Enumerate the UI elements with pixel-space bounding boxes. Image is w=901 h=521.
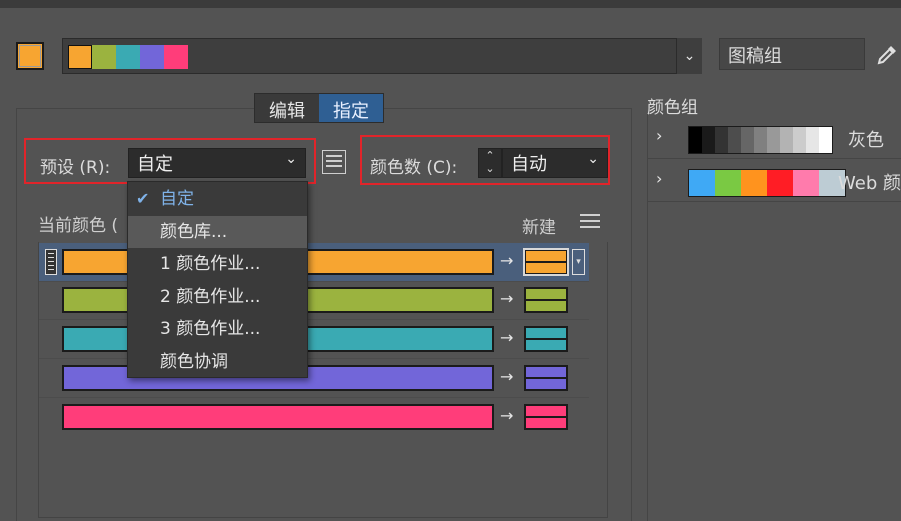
strip-swatch[interactable] [116, 45, 140, 69]
row-divider [39, 358, 589, 359]
preset-menu-item[interactable]: 2 颜色作业... [128, 281, 307, 313]
group-swatch[interactable] [715, 127, 728, 153]
group-swatch[interactable] [728, 127, 741, 153]
group-swatch[interactable] [715, 170, 728, 196]
preset-menu-item-label: 3 颜色作业... [160, 319, 261, 339]
swatch-divider [526, 261, 566, 263]
tab-bar: 编辑 指定 [254, 93, 384, 123]
preset-menu-item-label: 自定 [160, 189, 194, 209]
new-color-dropdown[interactable]: ▾ [572, 249, 585, 275]
row-divider [39, 319, 589, 320]
color-group-row[interactable]: › 灰色 [648, 120, 901, 159]
strip-swatch[interactable] [164, 45, 188, 69]
group-swatch[interactable] [819, 127, 832, 153]
chevron-right-icon[interactable]: › [656, 169, 662, 188]
group-swatch[interactable] [689, 127, 702, 153]
preset-menu-item[interactable]: 颜色协调 [128, 346, 307, 378]
color-count-dropdown[interactable]: 自动 ⌄ [502, 148, 608, 178]
new-color-swatch[interactable] [523, 248, 569, 276]
tab-edit[interactable]: 编辑 [255, 94, 319, 122]
group-swatch[interactable] [806, 170, 819, 196]
group-swatch[interactable] [689, 170, 702, 196]
color-strip-dropdown-button[interactable]: ⌄ [676, 38, 702, 74]
chevron-right-icon[interactable]: › [656, 126, 662, 145]
preset-menu-item-label: 颜色协调 [160, 351, 228, 372]
top-bar [0, 0, 901, 8]
swatch-divider [526, 299, 566, 301]
strip-swatch[interactable] [140, 45, 164, 69]
preset-menu: ✔ 自定颜色库... 1 颜色作业... 2 颜色作业... 3 颜色作业... 颜色协调 [127, 181, 308, 378]
preset-menu-item[interactable]: 颜色库... [128, 215, 307, 248]
color-group-swatches [688, 126, 833, 154]
preset-menu-item-label: 1 颜色作业... [160, 254, 261, 274]
group-swatch[interactable] [702, 170, 715, 196]
swatch-divider [526, 377, 566, 379]
new-color-swatch[interactable] [524, 326, 568, 352]
group-swatch[interactable] [819, 170, 832, 196]
group-name-field[interactable]: 图稿组 [719, 38, 865, 70]
arrow-right-icon[interactable]: → [500, 251, 513, 270]
row-divider [39, 281, 589, 282]
arrow-right-icon[interactable]: → [500, 328, 513, 347]
arrow-right-icon[interactable]: → [500, 289, 513, 308]
color-count-value: 自动 [511, 154, 547, 175]
group-swatch[interactable] [806, 127, 819, 153]
new-colors-header: 新建 [522, 218, 556, 238]
preset-menu-item[interactable]: 1 颜色作业... [128, 248, 307, 280]
tab-assign[interactable]: 指定 [319, 94, 383, 122]
preset-menu-item[interactable]: ✔ 自定 [128, 183, 307, 215]
chevron-down-icon: ⌄ [683, 48, 696, 64]
group-swatch[interactable] [702, 127, 715, 153]
swatch-divider [526, 338, 566, 340]
arrow-right-icon[interactable]: → [500, 367, 513, 386]
row-divider [39, 397, 589, 398]
group-swatch[interactable] [780, 127, 793, 153]
group-swatch[interactable] [741, 170, 754, 196]
group-swatch[interactable] [793, 170, 806, 196]
color-count-stepper[interactable]: ⌃ ⌄ [478, 148, 502, 178]
group-swatch[interactable] [728, 170, 741, 196]
arrow-right-icon[interactable]: → [500, 406, 513, 425]
group-swatch[interactable] [741, 127, 754, 153]
group-swatch[interactable] [780, 170, 793, 196]
new-color-swatch[interactable] [524, 404, 568, 430]
color-group-label: 灰色 [848, 130, 884, 151]
preset-label: 预设 (R): [40, 158, 111, 178]
strip-swatch[interactable] [68, 45, 92, 69]
preset-menu-item-label: 2 颜色作业... [160, 286, 261, 307]
checkmark-icon: ✔ [136, 189, 150, 208]
strip-swatch[interactable] [92, 45, 116, 69]
row-drag-handle[interactable] [45, 249, 57, 275]
preset-dropdown[interactable]: 自定 ⌄ [128, 148, 306, 178]
swatch-divider [526, 416, 566, 418]
chevron-down-icon: ⌄ [587, 151, 599, 167]
group-swatch[interactable] [767, 170, 780, 196]
new-color-swatch[interactable] [524, 287, 568, 313]
color-library-icon[interactable] [322, 150, 346, 174]
color-strip [68, 45, 188, 69]
group-swatch[interactable] [767, 127, 780, 153]
current-color-bar[interactable] [62, 404, 494, 430]
eyedropper-icon[interactable] [874, 42, 900, 68]
preset-menu-item-label: 颜色库... [160, 221, 228, 242]
preset-menu-item[interactable]: 3 颜色作业... [128, 313, 307, 345]
new-color-swatch[interactable] [524, 365, 568, 391]
color-count-label: 颜色数 (C): [370, 158, 458, 178]
current-colors-header: 当前颜色 ( [38, 216, 119, 236]
color-group-label: Web 颜色 [838, 173, 901, 194]
chevron-down-icon: ⌄ [285, 151, 297, 167]
color-group-row[interactable]: › Web 颜色 [648, 163, 901, 202]
color-group-swatches [688, 169, 846, 197]
group-swatch[interactable] [754, 170, 767, 196]
group-swatch[interactable] [754, 127, 767, 153]
preset-value: 自定 [137, 154, 173, 175]
current-color-swatch[interactable] [16, 42, 44, 70]
group-swatch[interactable] [793, 127, 806, 153]
hamburger-menu-icon[interactable] [580, 214, 600, 230]
